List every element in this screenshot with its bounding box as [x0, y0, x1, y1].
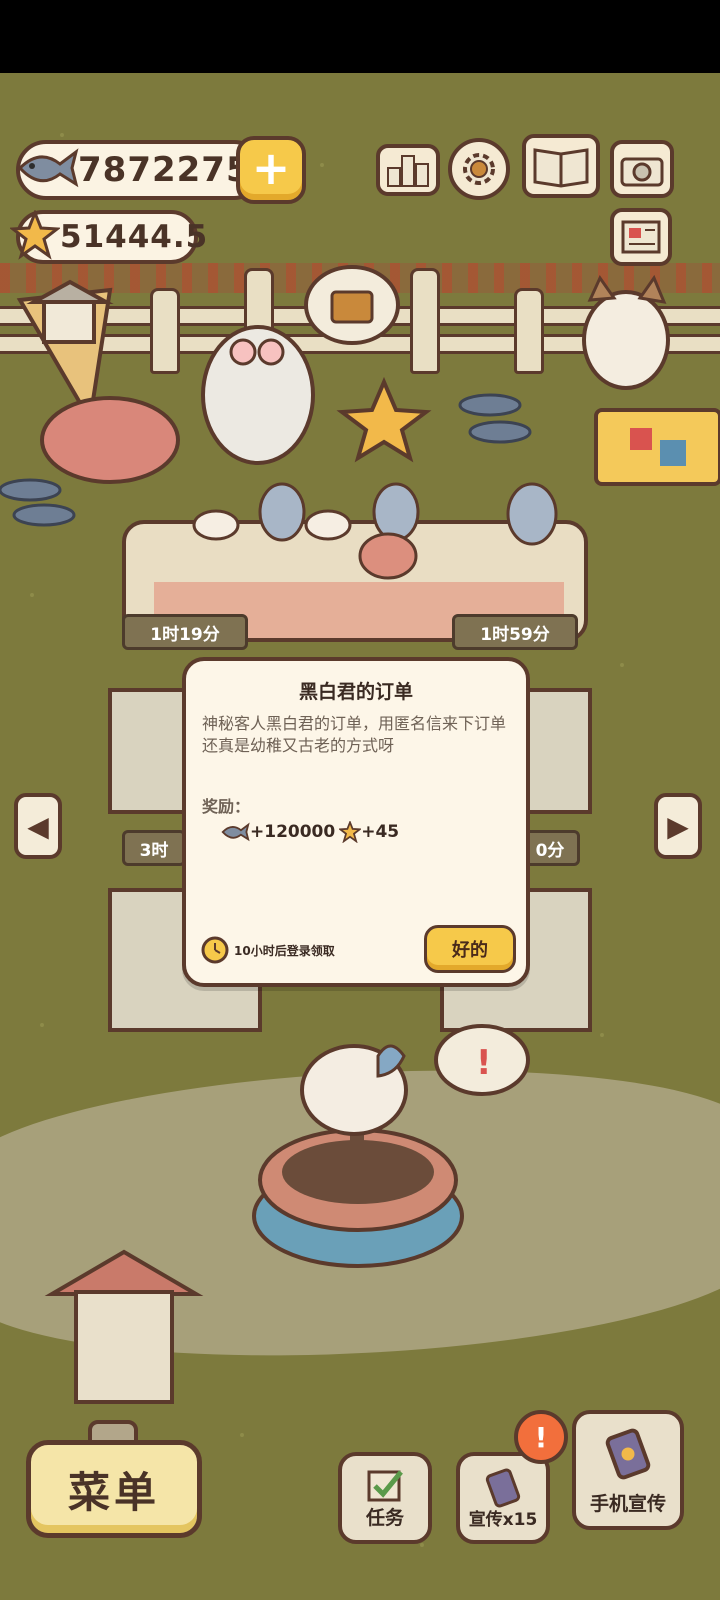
promo-button[interactable]: 宣传x15 — [456, 1452, 550, 1544]
reward-star-amount: +45 — [361, 822, 400, 842]
fish-pile-left — [0, 478, 76, 527]
ice-cream-fountain — [252, 1044, 464, 1268]
fish-pile-right — [458, 393, 532, 444]
order-dialog: 黑白君的订单 神秘客人黑白君的订单，用匿名信来下订单还真是幼稚又古老的方式呀 奖… — [182, 657, 530, 987]
claim-timer-text: 10小时后登录领取 — [234, 943, 335, 958]
checklist-icon — [367, 1470, 403, 1502]
phone-promo-icon — [485, 1468, 521, 1508]
fish-currency-display: 7872275 — [16, 140, 264, 200]
add-fish-button[interactable]: + — [236, 136, 306, 204]
smartphone-icon — [605, 1428, 651, 1480]
scroll-left-button[interactable]: ◀ — [14, 793, 62, 859]
cat-character — [582, 274, 670, 390]
camera-button[interactable] — [610, 140, 674, 198]
reward-row: +120000 +45 — [220, 821, 399, 843]
settings-button[interactable] — [448, 138, 510, 200]
timer-tag-mid-left: 3时 — [122, 830, 186, 866]
camera-icon — [620, 157, 664, 187]
reward-label: 奖励： — [202, 797, 251, 816]
arrow-left-icon: ◀ — [27, 809, 49, 843]
notification-badge: ! — [514, 1410, 568, 1464]
phone-promo-button[interactable]: 手机宣传 — [572, 1410, 684, 1530]
clock-icon — [201, 936, 229, 964]
ok-button[interactable]: 好的 — [424, 925, 516, 973]
suitcase-bubble — [304, 265, 400, 345]
promo-label: 宣传x15 — [468, 1510, 538, 1530]
dialog-description: 神秘客人黑白君的订单，用匿名信来下订单还真是幼稚又古老的方式呀 — [202, 714, 507, 755]
exclamation-bubble-icon: ! — [434, 1024, 530, 1096]
star-icon — [10, 210, 60, 260]
plus-icon: + — [251, 141, 291, 195]
album-book-icon — [533, 148, 589, 188]
fish-count: 7872275 — [78, 150, 251, 190]
leaderboard-icon — [387, 155, 429, 187]
star-character — [336, 376, 432, 463]
dialog-title: 黑白君的订单 — [298, 681, 413, 703]
outhouse-decoration — [44, 1249, 204, 1404]
tasks-button[interactable]: 任务 — [338, 1452, 432, 1544]
reward-star-icon — [339, 821, 362, 843]
menu-button[interactable]: 菜单 — [26, 1440, 202, 1538]
timer-tag-table-right: 1时59分 — [452, 614, 578, 650]
timer-tag-table-left: 1时19分 — [122, 614, 248, 650]
album-button[interactable] — [522, 134, 600, 198]
reward-fish-amount: +120000 — [250, 822, 336, 842]
newspaper-icon — [621, 220, 661, 254]
leaderboard-button[interactable] — [376, 144, 440, 196]
tasks-label: 任务 — [365, 1507, 404, 1529]
star-count: 51444.5 — [60, 219, 209, 255]
menu-button-label: 菜单 — [67, 1467, 160, 1517]
settings-gear-icon — [463, 153, 495, 185]
star-currency-display: 51444.5 — [10, 210, 207, 264]
phone-promo-label: 手机宣传 — [589, 1493, 666, 1515]
owl-character — [201, 325, 315, 465]
svg-text:!: ! — [476, 1043, 492, 1083]
scroll-right-button[interactable]: ▶ — [654, 793, 702, 859]
fish-icon — [17, 148, 79, 188]
claim-timer: 10小时后登录领取 — [200, 935, 335, 965]
newspaper-button[interactable] — [610, 208, 672, 266]
reward-fish-icon — [221, 822, 250, 842]
arrow-right-icon: ▶ — [667, 809, 689, 843]
toy-blocks-sign — [594, 408, 720, 486]
